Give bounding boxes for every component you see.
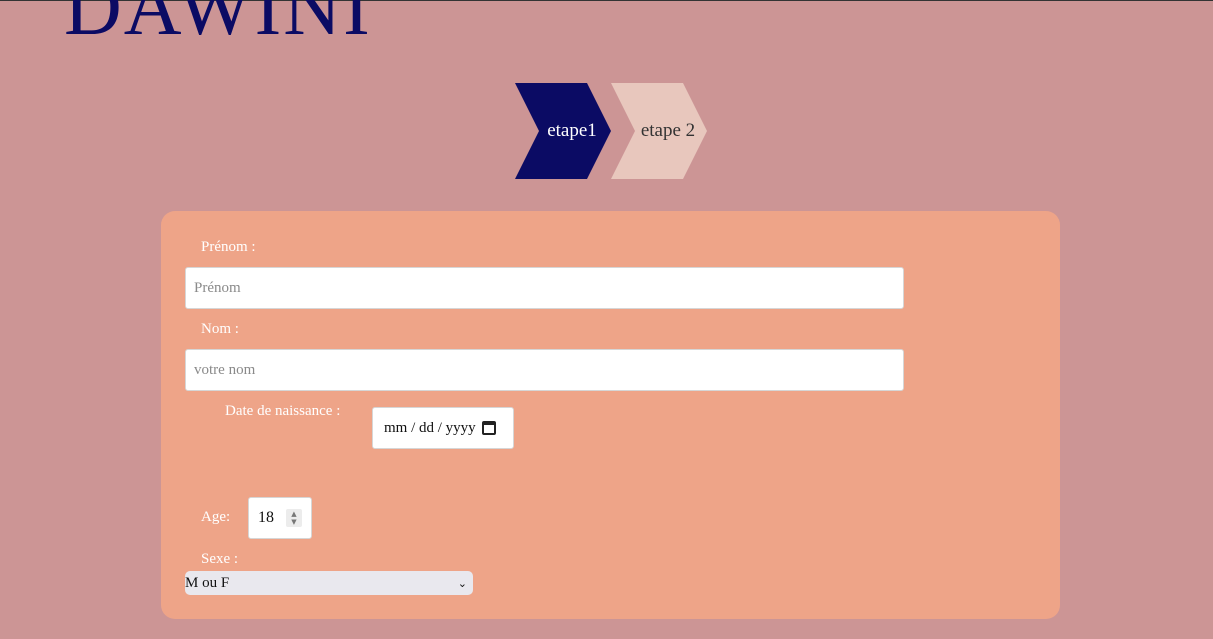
nom-input[interactable] [185,349,904,391]
sexe-label: Sexe : [201,551,239,567]
step-1[interactable]: etape1 [515,83,611,179]
site-logo: DAWINI [64,0,372,52]
date-naissance-input[interactable]: mm / dd / yyyy [372,407,514,449]
nom-label: Nom : [201,321,239,337]
spinner-down-icon[interactable]: ▼ [291,518,296,526]
chevron-down-icon: ⌄ [457,576,467,590]
spinner-icon[interactable]: ▲ ▼ [286,509,302,527]
date-naissance-label: Date de naissance : [225,403,341,419]
date-format-text: mm / dd / yyyy [384,419,476,436]
sexe-select[interactable]: M ou F ⌄ [185,571,473,595]
step-2[interactable]: etape 2 [611,83,707,179]
prenom-label: Prénom : [201,239,256,255]
calendar-icon[interactable] [481,421,496,435]
age-label: Age: [201,509,231,525]
step-progress: etape1 etape 2 [515,83,715,179]
spinner-up-icon[interactable]: ▲ [291,510,296,518]
prenom-input[interactable] [185,267,904,309]
sexe-selected-value: M ou F [185,574,230,591]
age-value: 18 [258,509,274,526]
form-card: Prénom : Nom : Date de naissance : mm / … [161,211,1060,619]
age-input[interactable]: 18 ▲ ▼ [248,497,312,539]
